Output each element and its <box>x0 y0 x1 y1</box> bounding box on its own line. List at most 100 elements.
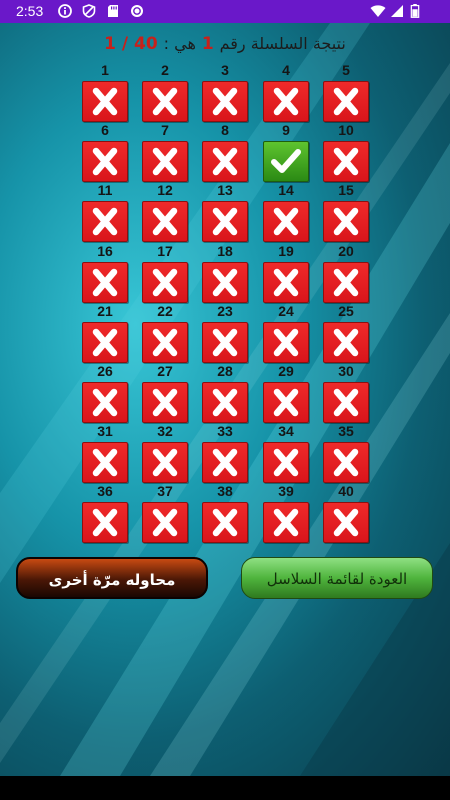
cross-icon <box>152 87 178 116</box>
question-result: 33 <box>202 423 248 483</box>
question-number: 30 <box>338 363 354 379</box>
cross-icon <box>92 448 118 477</box>
question-result: 16 <box>82 243 128 303</box>
cross-icon <box>333 448 359 477</box>
sd-card-icon <box>108 5 118 17</box>
question-result: 35 <box>323 423 369 483</box>
wrong-mark <box>82 322 128 363</box>
wrong-mark <box>323 442 369 483</box>
question-number: 35 <box>338 423 354 439</box>
question-number: 33 <box>217 423 233 439</box>
question-number: 27 <box>157 363 173 379</box>
cross-icon <box>333 268 359 297</box>
cross-icon <box>273 388 299 417</box>
wrong-mark <box>202 322 248 363</box>
cross-icon <box>273 87 299 116</box>
navigation-bar <box>0 776 450 800</box>
cross-icon <box>152 508 178 537</box>
wrong-mark <box>82 382 128 423</box>
wrong-mark <box>82 81 128 122</box>
question-result: 9 <box>263 122 309 182</box>
question-result: 1 <box>82 62 128 122</box>
question-result: 34 <box>263 423 309 483</box>
wrong-mark <box>263 262 309 303</box>
question-result: 24 <box>263 303 309 363</box>
cross-icon <box>152 388 178 417</box>
cross-icon <box>333 328 359 357</box>
wrong-mark <box>202 81 248 122</box>
retry-button[interactable]: محاوله مرّة أخرى <box>16 557 208 599</box>
cross-icon <box>212 328 238 357</box>
question-result: 22 <box>142 303 188 363</box>
wrong-mark <box>263 442 309 483</box>
wrong-mark <box>202 382 248 423</box>
cross-icon <box>92 508 118 537</box>
cross-icon <box>152 268 178 297</box>
cross-icon <box>92 207 118 236</box>
cross-icon <box>92 147 118 176</box>
question-result: 30 <box>323 363 369 423</box>
wrong-mark <box>263 81 309 122</box>
question-result: 18 <box>202 243 248 303</box>
wrong-mark <box>323 502 369 543</box>
info-icon <box>58 4 72 18</box>
question-number: 2 <box>161 62 169 78</box>
question-number: 38 <box>217 483 233 499</box>
back-to-series-button[interactable]: العودة لقائمة السلاسل <box>241 557 433 599</box>
is-label: هي : <box>163 34 196 53</box>
question-number: 29 <box>278 363 294 379</box>
wrong-mark <box>82 502 128 543</box>
cross-icon <box>212 147 238 176</box>
question-number: 11 <box>97 182 113 198</box>
cross-icon <box>212 87 238 116</box>
wrong-mark <box>323 81 369 122</box>
question-result: 7 <box>142 122 188 182</box>
cross-icon <box>273 207 299 236</box>
cross-icon <box>212 268 238 297</box>
question-number: 39 <box>278 483 294 499</box>
question-result: 38 <box>202 483 248 543</box>
question-number: 13 <box>217 182 233 198</box>
cross-icon <box>152 207 178 236</box>
question-result: 6 <box>82 122 128 182</box>
question-number: 19 <box>278 243 294 259</box>
cross-icon <box>273 328 299 357</box>
question-number: 18 <box>217 243 233 259</box>
status-bar: 2:53 <box>0 0 450 23</box>
question-result: 3 <box>202 62 248 122</box>
question-number: 24 <box>278 303 294 319</box>
question-number: 3 <box>221 62 229 78</box>
cross-icon <box>152 448 178 477</box>
wifi-icon <box>370 5 386 17</box>
question-result: 28 <box>202 363 248 423</box>
question-result: 2 <box>142 62 188 122</box>
question-result: 20 <box>323 243 369 303</box>
question-result: 31 <box>82 423 128 483</box>
series-number: 1 <box>201 34 214 54</box>
question-number: 8 <box>221 122 229 138</box>
wrong-mark <box>263 382 309 423</box>
question-number: 7 <box>161 122 169 138</box>
question-result: 29 <box>263 363 309 423</box>
wrong-mark <box>142 322 188 363</box>
question-result: 14 <box>263 182 309 242</box>
question-number: 40 <box>338 483 354 499</box>
score: 1 / 40 <box>104 34 158 54</box>
question-number: 16 <box>97 243 113 259</box>
wrong-mark <box>323 382 369 423</box>
question-result: 19 <box>263 243 309 303</box>
battery-icon <box>410 4 420 18</box>
question-number: 1 <box>101 62 109 78</box>
wrong-mark <box>142 81 188 122</box>
cross-icon <box>333 147 359 176</box>
cross-icon <box>92 328 118 357</box>
question-result: 37 <box>142 483 188 543</box>
question-result: 15 <box>323 182 369 242</box>
question-number: 10 <box>338 122 354 138</box>
results-grid: 1 2 3 4 5 6 7 8 9 10 11 12 13 14 15 16 17 18 19 20 21 22 23 24 2… <box>0 62 450 552</box>
cross-icon <box>92 87 118 116</box>
question-result: 21 <box>82 303 128 363</box>
question-number: 26 <box>97 363 113 379</box>
wrong-mark <box>142 502 188 543</box>
question-result: 11 <box>82 182 128 242</box>
